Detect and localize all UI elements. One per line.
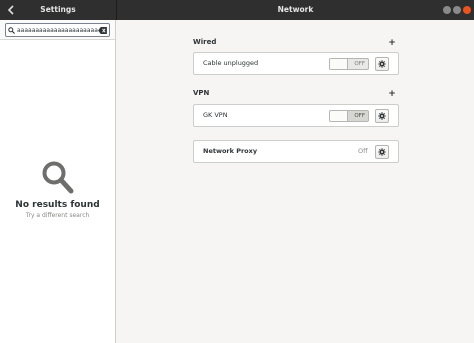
- vpn-settings-button[interactable]: [375, 109, 389, 123]
- gear-icon: [378, 148, 386, 156]
- wired-connection-row: Cable unplugged OFF: [193, 52, 399, 75]
- add-wired-button[interactable]: +: [387, 38, 397, 48]
- minimize-button[interactable]: [443, 6, 451, 14]
- search-icon: [42, 161, 73, 194]
- settings-title: Settings: [40, 5, 76, 14]
- empty-state-title: No results found: [15, 200, 100, 210]
- sidebar: No results found Try a different search: [0, 20, 116, 343]
- clear-search-icon[interactable]: [98, 26, 107, 34]
- switch-state-label: OFF: [354, 61, 365, 67]
- vpn-switch[interactable]: OFF: [329, 110, 369, 122]
- search-bar: [0, 20, 115, 40]
- search-input[interactable]: [17, 26, 98, 34]
- vpn-connection-row: GK VPN OFF: [193, 104, 399, 127]
- network-proxy-state: Off: [358, 147, 368, 155]
- switch-knob: [330, 59, 348, 69]
- wired-settings-button[interactable]: [375, 57, 389, 71]
- gear-icon: [378, 112, 386, 120]
- maximize-button[interactable]: [453, 6, 461, 14]
- switch-state-label: OFF: [354, 113, 365, 119]
- switch-knob: [330, 111, 348, 121]
- network-proxy-row[interactable]: Network Proxy Off: [193, 140, 399, 163]
- close-button[interactable]: [463, 6, 471, 14]
- gear-icon: [378, 60, 386, 68]
- wired-section-title: Wired: [193, 38, 217, 46]
- vpn-section-title: VPN: [193, 89, 210, 97]
- search-field[interactable]: [5, 23, 110, 37]
- empty-search-results: No results found Try a different search: [0, 160, 115, 219]
- search-icon: [8, 26, 15, 34]
- vpn-connection-label: GK VPN: [203, 111, 228, 119]
- wired-switch[interactable]: OFF: [329, 58, 369, 70]
- network-proxy-label: Network Proxy: [203, 147, 258, 155]
- add-vpn-button[interactable]: +: [387, 89, 397, 99]
- page-title: Network: [277, 5, 314, 14]
- wired-connection-label: Cable unplugged: [203, 59, 259, 67]
- network-panel: Wired + Cable unplugged OFF VPN + GK VPN…: [117, 20, 474, 343]
- proxy-settings-button[interactable]: [375, 145, 389, 159]
- header-bar: Settings Network: [0, 0, 474, 20]
- empty-state-subtitle: Try a different search: [25, 212, 90, 219]
